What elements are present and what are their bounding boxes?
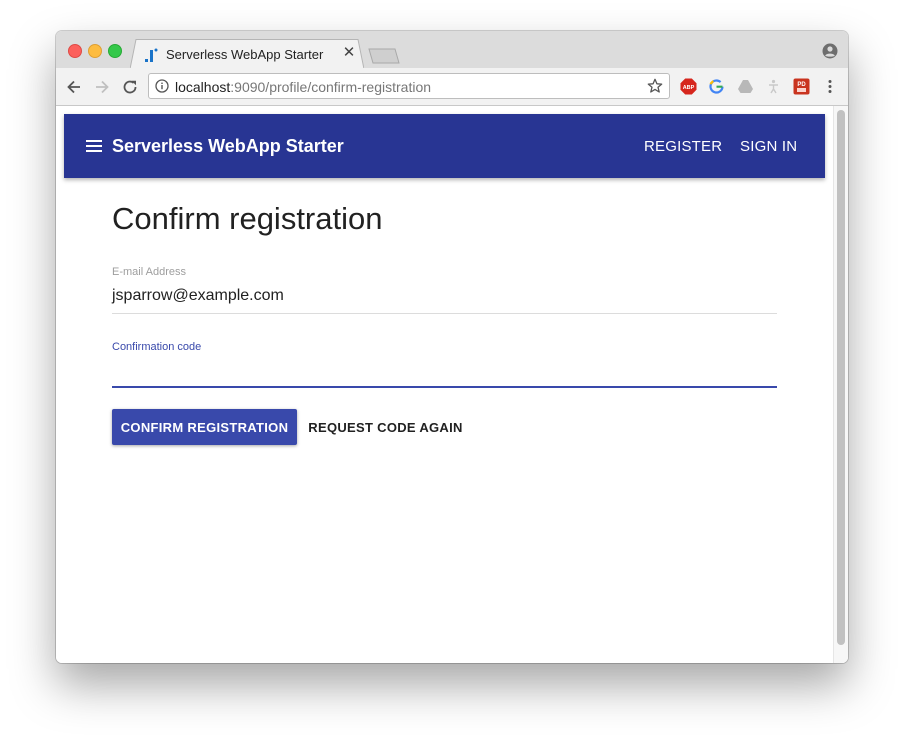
app-bar: Serverless WebApp Starter REGISTER SIGN … <box>64 114 825 178</box>
adblock-icon[interactable]: ABP <box>680 78 697 95</box>
window-close-button[interactable] <box>68 44 82 58</box>
profile-icon[interactable] <box>822 43 838 59</box>
email-field[interactable]: jsparrow@example.com <box>112 287 284 305</box>
email-label: E-mail Address <box>112 266 186 278</box>
confirm-registration-button[interactable]: CONFIRM REGISTRATION <box>112 409 297 445</box>
url-path: :9090/profile/confirm-registration <box>230 79 432 95</box>
app-favicon-icon <box>145 48 158 62</box>
address-bar[interactable]: localhost:9090/profile/confirm-registrat… <box>148 73 670 99</box>
pdf-icon[interactable]: PD <box>793 78 810 95</box>
tab-title: Serverless WebApp Starter <box>166 47 324 62</box>
bookmark-star-icon[interactable] <box>647 78 663 94</box>
email-underline <box>112 313 777 314</box>
menu-icon[interactable] <box>86 140 102 152</box>
info-icon[interactable] <box>155 79 169 93</box>
page-title: Confirm registration <box>112 201 383 236</box>
tab-strip: Serverless WebApp Starter ✕ <box>56 31 848 69</box>
tab-close-icon[interactable]: ✕ <box>342 45 356 60</box>
sign-in-link[interactable]: SIGN IN <box>740 138 797 155</box>
forward-arrow-icon[interactable] <box>92 77 112 97</box>
confirmation-code-label: Confirmation code <box>112 341 202 353</box>
page-viewport: Serverless WebApp Starter REGISTER SIGN … <box>56 106 848 663</box>
new-tab-button[interactable] <box>368 48 400 64</box>
url-text: localhost:9090/profile/confirm-registrat… <box>175 79 431 95</box>
back-arrow-icon[interactable] <box>64 77 84 97</box>
confirmation-code-underline <box>112 386 777 388</box>
browser-menu-icon[interactable] <box>822 78 838 95</box>
browser-window: Serverless WebApp Starter ✕ localhost:90… <box>56 31 848 663</box>
window-maximize-button[interactable] <box>108 44 122 58</box>
url-host: localhost <box>175 79 231 95</box>
drive-icon[interactable] <box>737 78 754 95</box>
request-code-again-button[interactable]: REQUEST CODE AGAIN <box>302 409 469 445</box>
accessibility-icon[interactable] <box>765 78 782 95</box>
svg-text:ABP: ABP <box>683 85 695 91</box>
window-minimize-button[interactable] <box>88 44 102 58</box>
reload-icon[interactable] <box>120 77 140 97</box>
google-icon[interactable] <box>708 78 725 95</box>
register-link[interactable]: REGISTER <box>644 138 722 155</box>
svg-text:PD: PD <box>797 82 806 88</box>
app-title[interactable]: Serverless WebApp Starter <box>112 136 344 157</box>
browser-toolbar: localhost:9090/profile/confirm-registrat… <box>56 68 848 106</box>
scrollbar-thumb[interactable] <box>837 110 845 645</box>
